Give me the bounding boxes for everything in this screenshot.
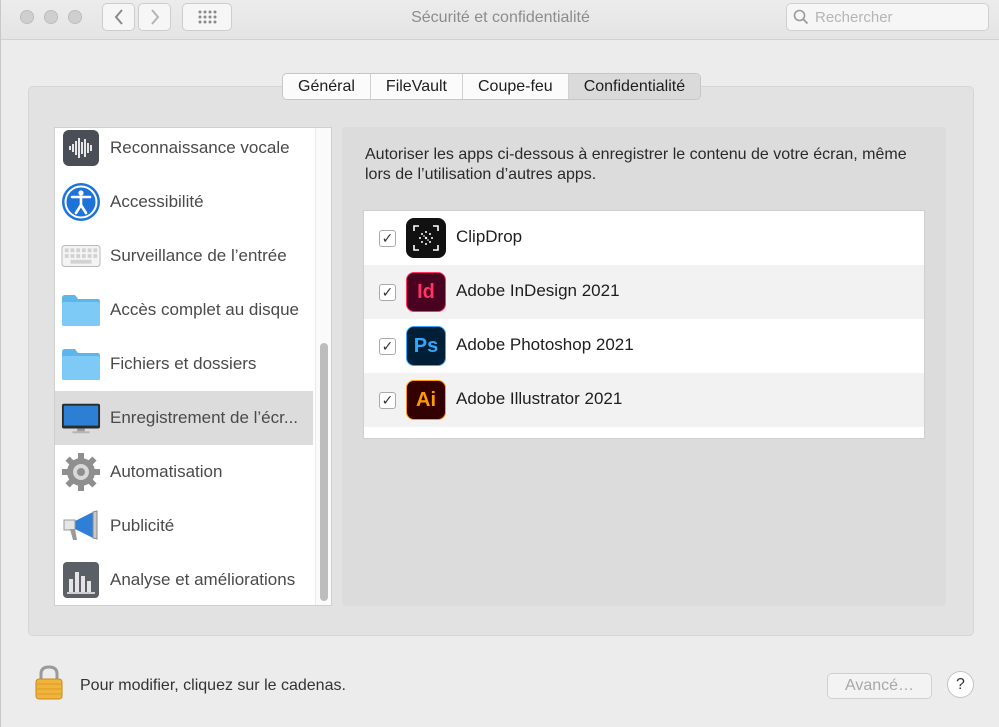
sidebar-item-screen-recording[interactable]: Enregistrement de l’écr... bbox=[55, 391, 313, 445]
display-icon bbox=[61, 398, 101, 438]
sidebar-scrollbar[interactable] bbox=[315, 128, 331, 605]
sidebar-item-label: Analyse et améliorations bbox=[110, 570, 296, 589]
advanced-button[interactable]: Avancé… bbox=[827, 673, 932, 699]
tab-firewall[interactable]: Coupe-feu bbox=[462, 74, 569, 99]
sidebar-item-full-disk-access[interactable]: Accès complet au disque bbox=[55, 283, 313, 337]
tab-bar: Général FileVault Coupe-feu Confidential… bbox=[282, 73, 702, 100]
sidebar-item-label: Automatisation bbox=[110, 462, 223, 481]
title-bar: Sécurité et confidentialité bbox=[1, 0, 999, 40]
app-name: ClipDrop bbox=[456, 227, 523, 246]
sidebar-item-label: Accessibilité bbox=[110, 192, 204, 211]
app-row-indesign: ✓ Id Adobe InDesign 2021 bbox=[364, 265, 924, 319]
photoshop-icon: Ps bbox=[406, 326, 446, 366]
tab-privacy[interactable]: Confidentialité bbox=[568, 74, 701, 99]
gear-icon bbox=[61, 452, 101, 492]
keyboard-icon bbox=[61, 236, 101, 276]
app-name: Adobe Photoshop 2021 bbox=[456, 335, 634, 354]
sidebar-item-label: Fichiers et dossiers bbox=[110, 354, 257, 373]
sidebar-item-input-monitoring[interactable]: Surveillance de l’entrée bbox=[55, 229, 313, 283]
illustrator-icon: Ai bbox=[406, 380, 446, 420]
tab-filevault[interactable]: FileVault bbox=[370, 74, 463, 99]
app-row-illustrator: ✓ Ai Adobe Illustrator 2021 bbox=[364, 373, 924, 427]
app-checkbox[interactable]: ✓ bbox=[379, 230, 396, 247]
help-button[interactable]: ? bbox=[947, 671, 974, 698]
sidebar-item-label: Reconnaissance vocale bbox=[110, 138, 290, 157]
tab-general[interactable]: Général bbox=[283, 74, 371, 99]
screen-recording-panel: Autoriser les apps ci-dessous à enregist… bbox=[342, 127, 946, 606]
app-row-clipdrop: ✓ ClipDrop bbox=[364, 211, 924, 265]
app-checkbox[interactable]: ✓ bbox=[379, 392, 396, 409]
waveform-icon bbox=[61, 128, 101, 168]
sidebar-item-automation[interactable]: Automatisation bbox=[55, 445, 313, 499]
chart-icon bbox=[61, 560, 101, 600]
app-name: Adobe Illustrator 2021 bbox=[456, 389, 623, 408]
app-checkbox[interactable]: ✓ bbox=[379, 338, 396, 355]
app-row-photoshop: ✓ Ps Adobe Photoshop 2021 bbox=[364, 319, 924, 373]
sidebar-item-accessibility[interactable]: Accessibilité bbox=[55, 175, 313, 229]
permission-description: Autoriser les apps ci-dessous à enregist… bbox=[365, 146, 907, 183]
sidebar-item-label: Surveillance de l’entrée bbox=[110, 246, 287, 265]
folder-icon bbox=[61, 290, 101, 330]
clipdrop-icon bbox=[406, 218, 446, 258]
sidebar-item-label: Enregistrement de l’écr... bbox=[110, 408, 299, 427]
indesign-icon: Id bbox=[406, 272, 446, 312]
sidebar-item-speech-recognition[interactable]: Reconnaissance vocale bbox=[55, 128, 313, 175]
sidebar-item-advertising[interactable]: Publicité bbox=[55, 499, 313, 553]
sidebar-item-label: Publicité bbox=[110, 516, 175, 535]
preferences-window: Sécurité et confidentialité Général File… bbox=[0, 0, 999, 727]
accessibility-icon bbox=[61, 182, 101, 222]
privacy-category-list[interactable]: Reconnaissance vocale Accessibilité Surv… bbox=[54, 127, 332, 606]
search-field[interactable] bbox=[786, 3, 989, 31]
lock-icon[interactable] bbox=[34, 664, 64, 700]
sidebar-item-label: Accès complet au disque bbox=[110, 300, 299, 319]
app-checkbox[interactable]: ✓ bbox=[379, 284, 396, 301]
sidebar-item-analytics[interactable]: Analyse et améliorations bbox=[55, 553, 313, 605]
search-input[interactable] bbox=[815, 8, 985, 26]
sidebar-item-files-folders[interactable]: Fichiers et dossiers bbox=[55, 337, 313, 391]
scrollbar-thumb[interactable] bbox=[320, 343, 328, 601]
app-list: ✓ ClipDrop ✓ Id Adobe InDesign 2021 ✓ Ps… bbox=[363, 210, 925, 439]
megaphone-icon bbox=[61, 506, 101, 546]
lock-hint: Pour modifier, cliquez sur le cadenas. bbox=[80, 677, 346, 694]
folder-icon bbox=[61, 344, 101, 384]
search-icon bbox=[793, 9, 809, 25]
app-name: Adobe InDesign 2021 bbox=[456, 281, 620, 300]
